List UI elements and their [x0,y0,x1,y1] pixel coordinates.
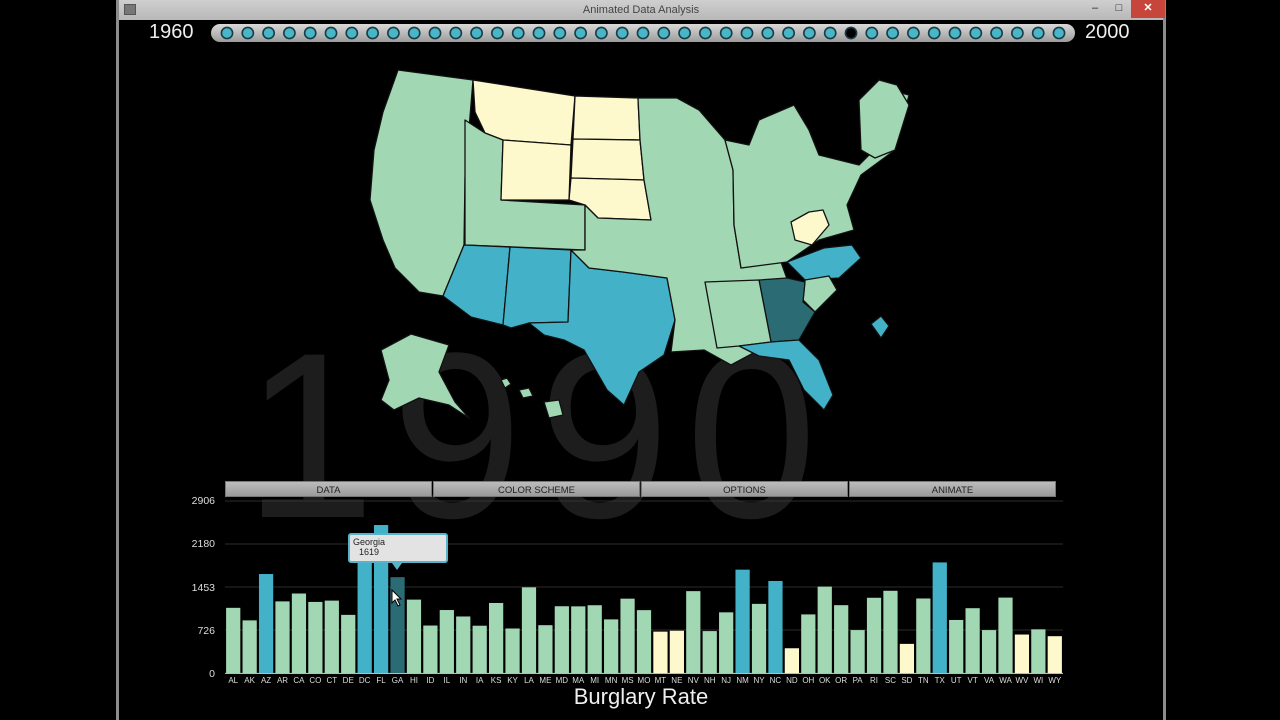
bar-mt[interactable] [653,631,668,673]
bar-mo[interactable] [636,610,652,673]
bar-ut[interactable] [949,619,964,673]
bar-nj[interactable] [719,612,734,673]
bar-ky[interactable] [505,628,520,673]
bar-wv[interactable] [1014,634,1030,673]
bar-ct[interactable] [324,600,339,673]
bar-tn[interactable] [916,598,931,673]
bar-md[interactable] [554,606,569,673]
bar-id[interactable] [423,625,438,673]
bar-ne[interactable] [669,630,684,673]
bar-ks[interactable] [489,602,504,673]
bar-ar[interactable] [275,601,290,673]
bar-wa[interactable] [998,597,1013,673]
bar-nv[interactable] [686,591,701,673]
bar-va[interactable] [981,630,997,673]
bar-ms[interactable] [620,598,635,673]
bar-mi[interactable] [587,605,602,673]
bar-nm[interactable] [735,569,750,673]
bar-nh[interactable] [702,631,717,673]
tooltip-pointer [392,563,402,570]
bar-la[interactable] [521,587,537,673]
bar-sc[interactable] [883,590,898,673]
bar-co[interactable] [308,601,323,673]
bar-me[interactable] [538,625,553,673]
mouse-cursor-icon [391,589,403,607]
bar-vt[interactable] [965,608,980,673]
bar-oh[interactable] [801,614,816,673]
bar-wy[interactable] [1047,636,1062,673]
bar-al[interactable] [226,607,241,673]
bar-sd[interactable] [899,643,915,673]
bar-az[interactable] [258,574,274,673]
bar-wi[interactable] [1031,629,1046,673]
bar-ca[interactable] [291,593,307,673]
bar-il[interactable] [439,610,454,673]
bar-ak[interactable] [242,620,257,673]
bar-tx[interactable] [932,562,947,673]
bar-ia[interactable] [472,625,487,673]
bar-ok[interactable] [817,586,832,673]
bar-hi[interactable] [406,599,422,673]
bar-pa[interactable] [850,630,865,673]
state-tooltip: Georgia 1619 [348,533,448,570]
bar-nc[interactable] [768,580,783,673]
bar-in[interactable] [456,616,471,673]
bar-ri[interactable] [866,597,882,673]
burglary-bar-chart[interactable]: AL AK AZ AR CA CO CT DE DC FL GA HI ID IL IN IA KS KY LA ME… [119,0,1163,720]
tooltip-value: 1619 [359,547,380,557]
bar-or[interactable] [834,605,849,673]
chart-title: Burglary Rate [573,684,709,709]
bar-nd[interactable] [784,648,799,673]
app-window: Animated Data Analysis – □ ✕ 1990 1960 2… [116,0,1166,720]
bar-mn[interactable] [604,619,619,673]
bar-ny[interactable] [751,603,767,673]
bar-ma[interactable] [571,606,586,673]
tooltip-state-name: Georgia [353,537,386,547]
bar-de[interactable] [341,614,356,673]
